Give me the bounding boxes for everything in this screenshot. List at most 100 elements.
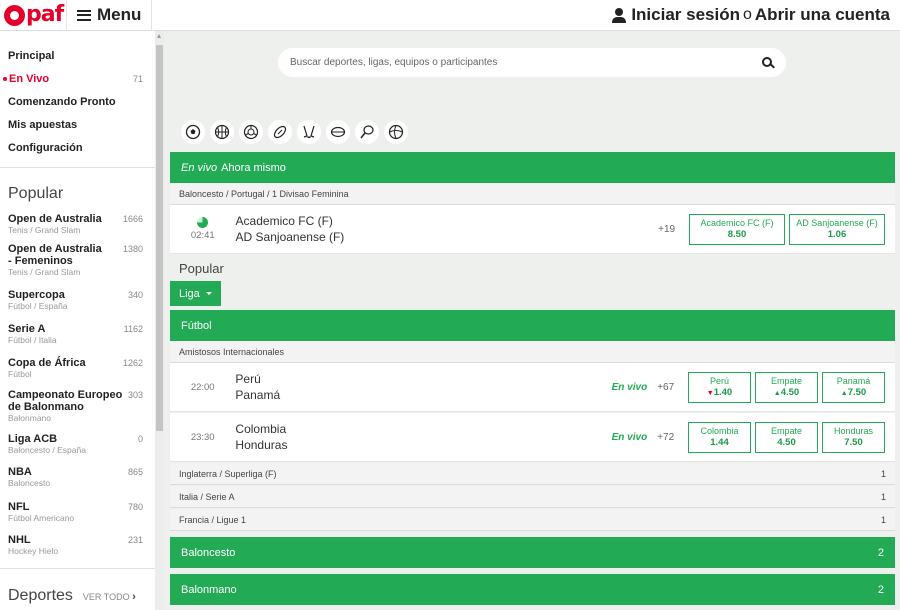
sport-count: 2 — [877, 546, 884, 559]
more-markets-link[interactable]: +72 — [647, 432, 688, 443]
match-teams[interactable]: Colombia Honduras — [235, 421, 418, 453]
sidebar-item-configuracion[interactable]: Configuración — [0, 136, 155, 159]
odds-button[interactable]: Perú ▼1.40 — [688, 371, 751, 403]
match-teams[interactable]: Perú Panamá — [235, 371, 418, 403]
match-row[interactable]: 23:30 Colombia Honduras En vivo +72 Colo… — [170, 413, 895, 462]
popular-item-name: NBA — [8, 466, 32, 478]
odds-price: ▲7.50 — [823, 387, 884, 399]
popular-item-count: 780 — [127, 502, 143, 512]
more-markets-link[interactable]: +19 — [648, 224, 689, 235]
popular-item-name: NHL — [8, 534, 31, 546]
popular-item[interactable]: NHL Hockey Hielo 231 — [0, 534, 155, 564]
basketball-icon[interactable] — [210, 120, 234, 144]
popular-item-sub: Baloncesto / España — [8, 445, 86, 455]
paf-logo[interactable]: paf — [0, 0, 66, 31]
odds-button[interactable]: AD Sanjoanense (F) 1.06 — [789, 213, 885, 245]
scroll-up-icon[interactable] — [157, 34, 161, 38]
sidebar-item-count: 71 — [132, 73, 143, 84]
popular-title: Popular — [8, 185, 64, 202]
american-football-icon[interactable] — [268, 120, 292, 144]
sport-header-baloncesto[interactable]: Baloncesto 2 — [170, 537, 895, 568]
sport-header-balonmano[interactable]: Balonmano 2 — [170, 574, 895, 605]
search-bar[interactable] — [278, 48, 786, 77]
sidebar-item-principal[interactable]: Principal — [0, 44, 155, 67]
sidebar-item-label: Mis apuestas — [8, 118, 78, 131]
odds-label: Colombia — [700, 426, 739, 436]
handball-icon[interactable] — [384, 120, 408, 144]
sidebar-item-label: Configuración — [8, 141, 83, 154]
league-header[interactable]: Baloncesto / Portugal / 1 Divisao Femini… — [170, 183, 895, 205]
odds-button[interactable]: Colombia 1.44 — [688, 421, 751, 453]
rugby-icon[interactable] — [326, 120, 350, 144]
sidebar-item-comenzando-pronto[interactable]: Comenzando Pronto — [0, 90, 155, 113]
deportes-title: Deportes — [8, 587, 73, 604]
odds-button[interactable]: Empate 4.50 — [755, 421, 818, 453]
popular-item[interactable]: Open de Australia - Femeninos Tenis / Gra… — [0, 243, 155, 289]
sidebar-item-en-vivo[interactable]: En Vivo 71 — [0, 67, 155, 90]
league-header[interactable]: Francia / Ligue 1 1 — [170, 509, 895, 531]
league-header[interactable]: Inglaterra / Superliga (F) 1 — [170, 463, 895, 485]
popular-item[interactable]: NBA Baloncesto 865 — [0, 466, 155, 501]
popular-item[interactable]: Serie A Fútbol / Italia 1162 — [0, 323, 155, 357]
live-now-title: Ahora mismo — [221, 161, 286, 174]
league-name: Inglaterra / Superliga (F) — [179, 468, 277, 479]
odds-price: 4.50 — [777, 437, 796, 448]
popular-item-sub: Tenis / Grand Slam — [8, 225, 81, 235]
odds-button[interactable]: Empate ▲4.50 — [755, 371, 818, 403]
popular-section-title: Popular — [179, 261, 224, 276]
ice-hockey-icon[interactable] — [297, 120, 321, 144]
popular-item[interactable]: Open de Australia Tenis / Grand Slam 1666 — [0, 213, 155, 243]
popular-item-count: 1262 — [122, 358, 143, 368]
league-header[interactable]: Italia / Serie A 1 — [170, 486, 895, 508]
sidebar-scrollbar[interactable] — [155, 31, 164, 610]
popular-item[interactable]: Supercopa Fútbol / España 340 — [0, 289, 155, 323]
match-teams[interactable]: Academico FC (F) AD Sanjoanense (F) — [236, 213, 419, 245]
scrollbar-thumb[interactable] — [156, 45, 163, 431]
popular-item[interactable]: Liga ACB Baloncesto / España 0 — [0, 433, 155, 466]
odds-label: Academico FC (F) — [700, 218, 774, 228]
search-input[interactable] — [290, 57, 762, 68]
popular-item-name: NFL — [8, 501, 30, 513]
odds-button[interactable]: Panamá ▲7.50 — [822, 371, 885, 403]
league-header[interactable]: Amistosos Internacionales — [170, 341, 895, 363]
sidebar-item-mis-apuestas[interactable]: Mis apuestas — [0, 113, 155, 136]
popular-item-sub: Hockey Hielo — [8, 546, 59, 556]
popular-item-sub: Fútbol — [8, 369, 32, 379]
liga-dropdown[interactable]: Liga — [170, 281, 221, 306]
popular-item-sub: Balonmano — [8, 413, 52, 423]
search-icon[interactable] — [762, 56, 774, 69]
match-row[interactable]: 22:00 Perú Panamá En vivo +67 Perú ▼1.40… — [170, 363, 895, 412]
sidebar: Principal En Vivo 71 Comenzando Pronto M… — [0, 31, 155, 610]
arrow-up-icon: ▲ — [840, 389, 848, 397]
live-word: En vivo — [181, 161, 218, 174]
login-link[interactable]: Iniciar sesión — [631, 5, 740, 25]
popular-item[interactable]: Campeonato Europeo de Balonmano Balonmano… — [0, 389, 155, 433]
popular-item-name: Supercopa — [8, 289, 65, 301]
match-time-value: 02:41 — [190, 230, 215, 241]
popular-item-name: Liga ACB — [8, 433, 58, 445]
odds-button[interactable]: Honduras 7.50 — [822, 421, 885, 453]
match-row[interactable]: 02:41 Academico FC (F) AD Sanjoanense (F… — [170, 205, 895, 254]
popular-item[interactable]: NFL Fútbol Americano 780 — [0, 501, 155, 534]
tennis-icon[interactable] — [355, 120, 379, 144]
chevron-right-icon: › — [132, 591, 136, 603]
popular-item-count: 1666 — [122, 214, 143, 224]
popular-item-name: Copa de África — [8, 357, 86, 369]
soccer-icon[interactable] — [181, 120, 205, 144]
ver-todo-link[interactable]: VER TODO › — [83, 591, 136, 603]
popular-item-name: Open de Australia - Femeninos — [8, 243, 102, 267]
volleyball-icon[interactable] — [239, 120, 263, 144]
menu-button[interactable]: Menu — [66, 0, 153, 31]
odds-button[interactable]: Academico FC (F) 8.50 — [689, 213, 785, 245]
odds-label: Perú — [709, 375, 729, 386]
sidebar-item-label: En Vivo — [3, 73, 49, 85]
sport-header-futbol[interactable]: Fútbol — [170, 310, 895, 341]
popular-item[interactable]: Copa de África Fútbol 1262 — [0, 357, 155, 389]
register-link[interactable]: Abrir una cuenta — [755, 5, 890, 25]
more-markets-link[interactable]: +67 — [647, 382, 688, 393]
league-name: Francia / Ligue 1 — [179, 514, 247, 525]
live-now-header[interactable]: En vivo Ahora mismo — [170, 152, 895, 183]
live-clock-icon — [197, 217, 209, 228]
paf-logo-icon — [4, 4, 25, 26]
team-home: Perú — [235, 372, 261, 386]
